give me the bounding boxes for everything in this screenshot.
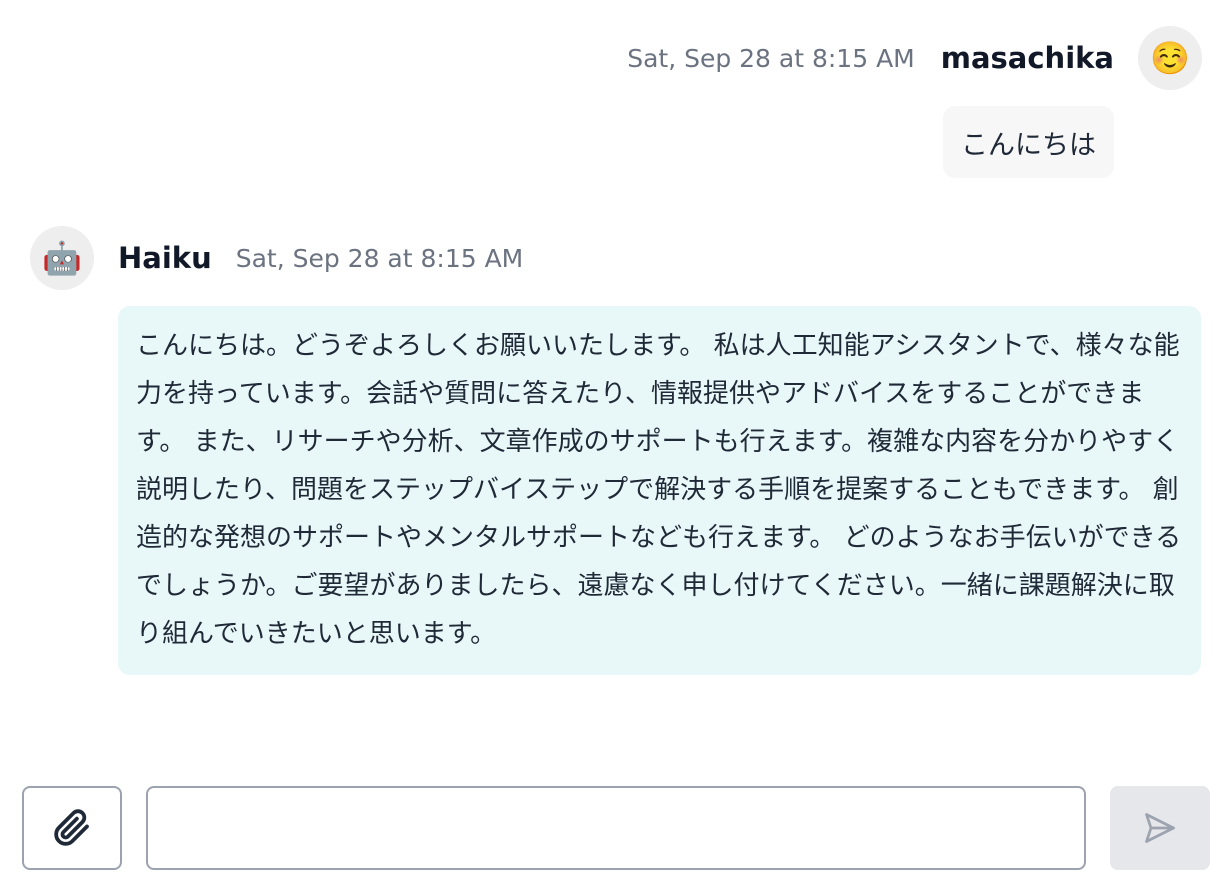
assistant-message-header: 🤖 Haiku Sat, Sep 28 at 8:15 AM: [30, 226, 523, 290]
assistant-name: Haiku: [118, 241, 212, 275]
user-avatar: ☺️: [1138, 26, 1202, 90]
assistant-avatar: 🤖: [30, 226, 94, 290]
attach-file-button[interactable]: [22, 786, 122, 870]
paperclip-icon: [54, 809, 89, 846]
robot-icon: 🤖: [42, 239, 82, 277]
assistant-message-timestamp: Sat, Sep 28 at 8:15 AM: [235, 243, 524, 273]
send-icon: [1145, 813, 1175, 843]
user-message-header: Sat, Sep 28 at 8:15 AM masachika ☺️: [627, 26, 1202, 90]
user-message-timestamp: Sat, Sep 28 at 8:15 AM: [627, 43, 915, 73]
message-input[interactable]: [146, 786, 1086, 870]
chat-thread: Sat, Sep 28 at 8:15 AM masachika ☺️ こんにち…: [0, 0, 1226, 878]
smiling-face-icon: ☺️: [1150, 39, 1190, 77]
send-button[interactable]: [1110, 786, 1210, 870]
user-name: masachika: [940, 41, 1114, 75]
assistant-message-bubble: こんにちは。どうぞよろしくお願いいたします。 私は人工知能アシスタントで、様々な…: [118, 306, 1201, 675]
user-message-bubble: こんにちは: [943, 106, 1114, 178]
